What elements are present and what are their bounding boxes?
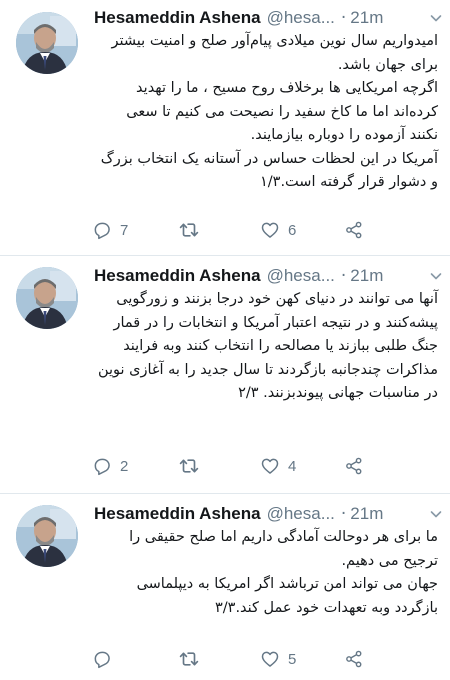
share-icon [344, 220, 364, 240]
avatar[interactable] [16, 267, 78, 329]
tweet-header: Hesameddin Ashena @hesa... · 21m [94, 264, 439, 288]
share-button[interactable] [344, 455, 364, 477]
retweet-icon [178, 648, 200, 670]
share-button[interactable] [344, 648, 364, 670]
separator-dot: · [340, 8, 347, 28]
tweet-header: Hesameddin Ashena @hesa... · 21m [94, 502, 439, 526]
reply-button[interactable] [92, 648, 120, 670]
tweet-paragraph: جهان می تواند امن ترباشد اگر امریکا به د… [136, 576, 438, 616]
tweet-paragraph: آمریکا در این لحظات حساس در آستانه یک ان… [100, 150, 438, 191]
tweet-header: Hesameddin Ashena @hesa... · 21m [94, 6, 439, 30]
tweet-paragraph: آنها می توانند در دنیای کهن خود درجا بزن… [97, 291, 438, 401]
tweet-paragraph: اگرچه امریکایی ها برخلاف روح مسیح ، ما ر… [126, 80, 438, 143]
tweet-actions: 7 6 [92, 219, 392, 241]
like-count: 4 [288, 457, 297, 475]
author-name[interactable]: Hesameddin Ashena [94, 266, 261, 285]
separator-dot: · [340, 266, 347, 286]
reply-icon [92, 649, 112, 669]
retweet-button[interactable] [178, 648, 200, 670]
author-handle[interactable]: @hesa... [267, 8, 335, 27]
tweet-paragraph: ما برای هر دوحالت آمادگی داریم اما صلح ح… [129, 529, 438, 569]
heart-icon [260, 220, 280, 240]
tweet-text: امیدواریم سال نوین میلادی پیام‌آور صلح و… [94, 30, 438, 195]
heart-icon [260, 649, 280, 669]
retweet-button[interactable] [178, 219, 200, 241]
retweet-icon [178, 219, 200, 241]
tweet-text: آنها می توانند در دنیای کهن خود درجا بزن… [94, 288, 438, 406]
tweet-actions: 5 [92, 648, 392, 670]
chevron-down-icon[interactable] [428, 10, 444, 26]
like-button[interactable]: 5 [260, 648, 296, 670]
separator-dot: · [340, 504, 347, 524]
tweet-time[interactable]: 21m [350, 504, 383, 523]
tweet-time[interactable]: 21m [350, 266, 383, 285]
author-name[interactable]: Hesameddin Ashena [94, 8, 261, 27]
tweet-1[interactable]: Hesameddin Ashena @hesa... · 21m امیدواریم … [0, 0, 450, 255]
avatar-image [16, 267, 78, 329]
tweet-actions: 2 4 [92, 455, 392, 477]
chevron-down-icon[interactable] [428, 268, 444, 284]
avatar[interactable] [16, 12, 78, 74]
author-handle[interactable]: @hesa... [267, 504, 335, 523]
like-count: 6 [288, 221, 297, 239]
retweet-button[interactable] [178, 455, 200, 477]
avatar-image [16, 505, 78, 567]
tweet-text: ما برای هر دوحالت آمادگی داریم اما صلح ح… [94, 526, 438, 620]
reply-icon [92, 456, 112, 476]
avatar-image [16, 12, 78, 74]
retweet-icon [178, 455, 200, 477]
tweet-3[interactable]: Hesameddin Ashena @hesa... · 21m ما برای هر… [0, 493, 450, 680]
reply-count: 2 [120, 457, 129, 475]
reply-count: 7 [120, 221, 129, 239]
reply-button[interactable]: 2 [92, 455, 128, 477]
chevron-down-icon[interactable] [428, 506, 444, 522]
like-count: 5 [288, 650, 297, 668]
share-button[interactable] [344, 219, 364, 241]
share-icon [344, 649, 364, 669]
reply-button[interactable]: 7 [92, 219, 128, 241]
author-handle[interactable]: @hesa... [267, 266, 335, 285]
like-button[interactable]: 6 [260, 219, 296, 241]
avatar[interactable] [16, 505, 78, 567]
tweet-paragraph: امیدواریم سال نوین میلادی پیام‌آور صلح و… [111, 33, 439, 73]
tweet-time[interactable]: 21m [350, 8, 383, 27]
tweet-2[interactable]: Hesameddin Ashena @hesa... · 21m آنها می تو… [0, 255, 450, 493]
heart-icon [260, 456, 280, 476]
share-icon [344, 456, 364, 476]
author-name[interactable]: Hesameddin Ashena [94, 504, 261, 523]
reply-icon [92, 220, 112, 240]
like-button[interactable]: 4 [260, 455, 296, 477]
